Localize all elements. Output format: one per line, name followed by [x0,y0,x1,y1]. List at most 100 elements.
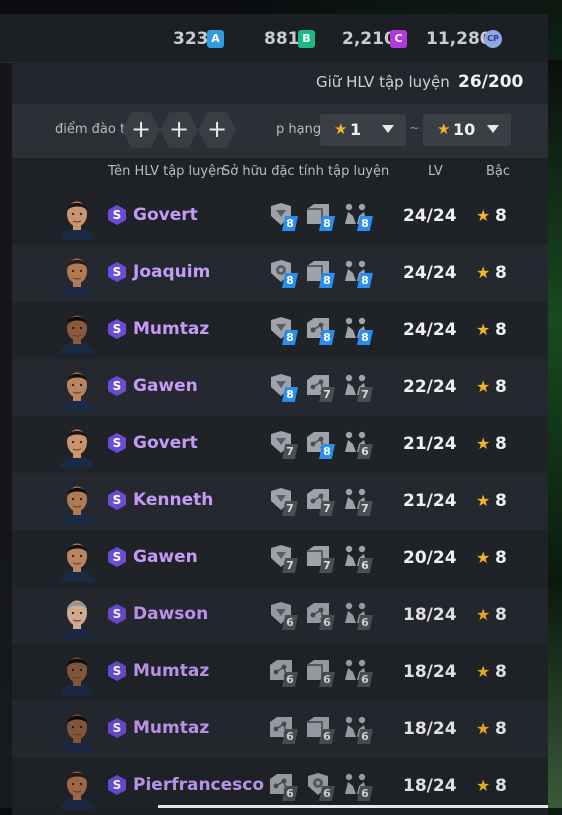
coach-tier-badge: S [108,718,126,738]
training-trait[interactable]: 6 [268,715,304,745]
training-trait[interactable]: 6 [268,601,304,631]
training-trait[interactable]: 6 [305,772,341,802]
training-trait[interactable]: 8 [305,202,341,232]
training-trait[interactable]: 7 [343,487,379,517]
coach-row[interactable]: S Dawson 6 6 6 18/24 ★ 8 [12,587,548,644]
coach-tier-badge: S [108,376,126,396]
coach-row[interactable]: S Mumtaz 6 6 6 18/24 ★ 8 [12,644,548,701]
coach-level: 20/24 [403,548,457,568]
coach-row[interactable]: S Joaquim 8 8 8 24/24 ★ 8 [12,245,548,302]
training-trait[interactable]: 8 [268,373,304,403]
coach-rank: 8 [495,548,507,568]
currency-a-value: 323 [173,29,209,49]
currency-cp-value: 11,280 [426,29,492,49]
star-icon: ★ [476,434,491,453]
coach-name: Mumtaz [133,718,210,738]
training-trait[interactable]: 6 [268,772,304,802]
coach-avatar [56,593,98,639]
training-trait[interactable]: 6 [343,715,379,745]
training-trait[interactable]: 8 [305,430,341,460]
coach-name: Gawen [133,376,198,396]
training-trait[interactable]: 7 [268,430,304,460]
coach-avatar [56,479,98,525]
coach-rank: 8 [495,491,507,511]
training-trait[interactable]: 7 [343,373,379,403]
coach-avatar [56,308,98,354]
star-icon: ★ [437,120,451,138]
training-trait[interactable]: 6 [343,772,379,802]
training-trait[interactable]: 8 [268,202,304,232]
coach-level: 21/24 [403,434,457,454]
coach-row[interactable]: S Gawen 7 7 6 20/24 ★ 8 [12,530,548,587]
training-trait[interactable]: 6 [305,715,341,745]
coach-name: Mumtaz [133,661,210,681]
coach-row[interactable]: S Govert 8 8 8 24/24 ★ 8 [12,188,548,245]
training-trait[interactable]: 7 [305,373,341,403]
training-trait[interactable]: 8 [268,316,304,346]
range-separator: ~ [409,121,420,136]
max-rank-dropdown[interactable]: ★ 10 [423,114,511,146]
training-trait[interactable]: 8 [268,259,304,289]
training-trait[interactable]: 8 [305,316,341,346]
coach-level: 18/24 [403,719,457,739]
coach-rank: 8 [495,263,507,283]
training-trait[interactable]: 8 [305,259,341,289]
star-icon: ★ [476,548,491,567]
coach-row[interactable]: S Govert 7 8 6 21/24 ★ 8 [12,416,548,473]
coach-row[interactable]: S Mumtaz 8 8 8 24/24 ★ 8 [12,302,548,359]
training-trait[interactable]: 6 [343,430,379,460]
max-rank-value: 10 [453,120,476,139]
coach-level: 24/24 [403,320,457,340]
coach-name: Joaquim [133,262,211,282]
coach-tier-badge: S [108,490,126,510]
caret-down-icon [382,125,394,133]
training-trait[interactable]: 8 [343,316,379,346]
filter-label: điểm đào t [55,122,126,137]
training-trait[interactable]: 6 [343,544,379,574]
background-edge [548,60,562,808]
coach-row[interactable]: S Mumtaz 6 6 6 18/24 ★ 8 [12,701,548,758]
coach-name: Dawson [133,604,209,624]
training-trait[interactable]: 7 [268,544,304,574]
coach-name: Pierfrancesco [133,775,265,795]
coach-name: Mumtaz [133,319,210,339]
training-trait[interactable]: 7 [305,487,341,517]
hold-coach-count: 26/200 [458,72,524,92]
currency-c-value: 2,210 [342,29,396,49]
coach-tier-badge: S [108,319,126,339]
min-rank-dropdown[interactable]: ★ 1 [320,114,406,146]
training-trait[interactable]: 6 [343,601,379,631]
coach-name: Govert [133,205,198,225]
star-icon: ★ [476,263,491,282]
coach-rank: 8 [495,206,507,226]
coach-level: 24/24 [403,206,457,226]
star-icon: ★ [476,776,491,795]
caret-down-icon [487,125,499,133]
star-icon: ★ [476,377,491,396]
training-trait[interactable]: 7 [305,544,341,574]
training-trait[interactable]: 6 [343,658,379,688]
training-trait[interactable]: 6 [305,601,341,631]
coach-level: 21/24 [403,491,457,511]
header-rank: Bậc [486,164,511,179]
coach-avatar [56,707,98,753]
star-icon: ★ [476,206,491,225]
coach-rank: 8 [495,377,507,397]
coach-row[interactable]: S Kenneth 7 7 7 21/24 ★ 8 [12,473,548,530]
coach-tier-badge: S [108,262,126,282]
star-icon: ★ [334,120,348,138]
training-trait[interactable]: 8 [343,259,379,289]
header-traits: Sở hữu đặc tính tập luyện [222,164,390,179]
training-trait[interactable]: 7 [268,487,304,517]
coach-rank: 8 [495,320,507,340]
coach-tier-badge: S [108,661,126,681]
currency-b-value: 881 [264,29,300,49]
training-trait[interactable]: 8 [343,202,379,232]
coach-level: 24/24 [403,263,457,283]
training-trait[interactable]: 6 [305,658,341,688]
training-trait[interactable]: 6 [268,658,304,688]
star-icon: ★ [476,491,491,510]
coach-rank: 8 [495,662,507,682]
coach-row[interactable]: S Gawen 8 7 7 22/24 ★ 8 [12,359,548,416]
coach-avatar [56,422,98,468]
